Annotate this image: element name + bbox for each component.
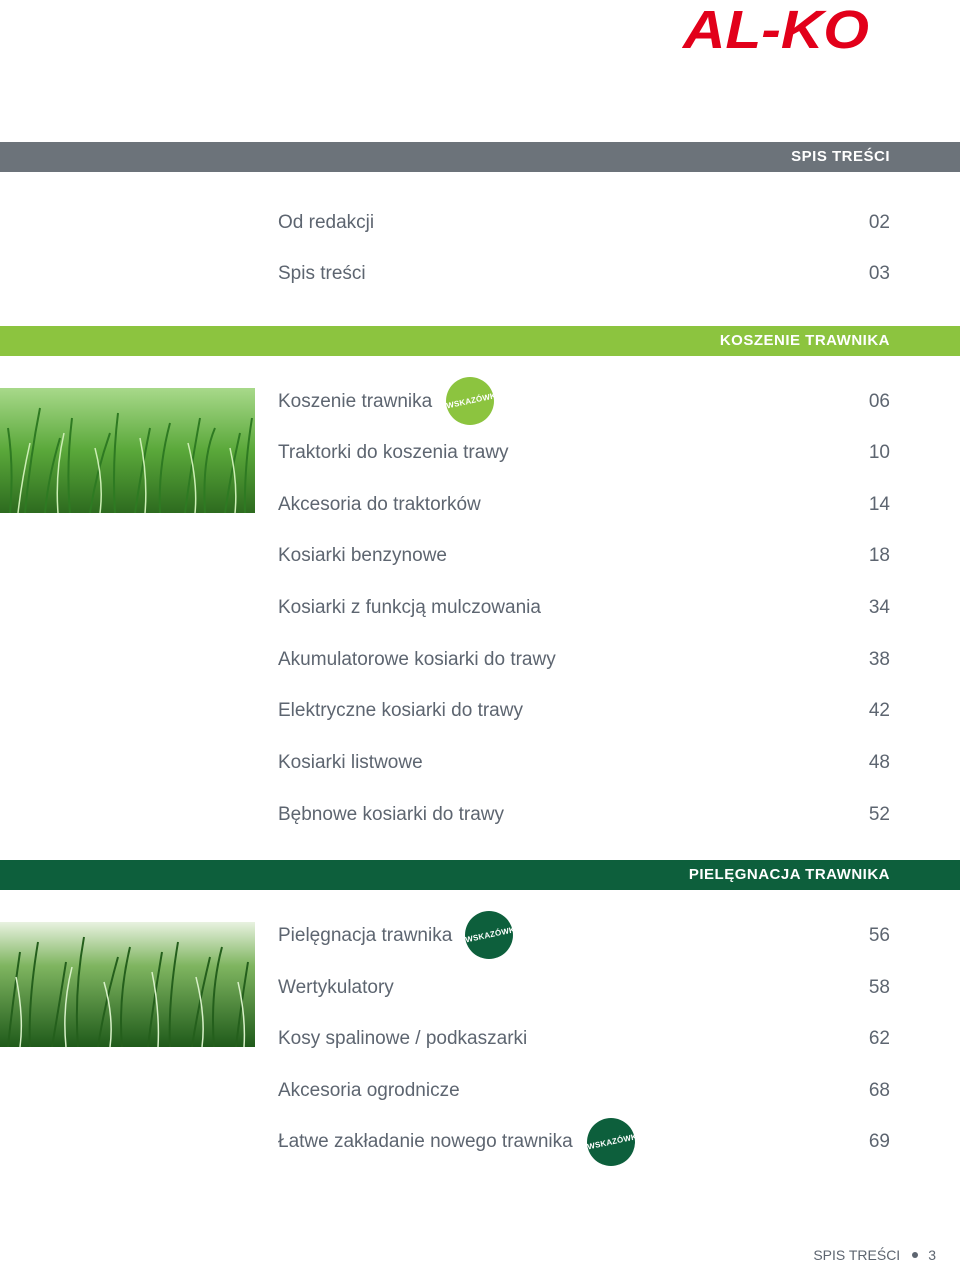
svg-text:AL-KO: AL-KO <box>682 6 869 52</box>
toc-entry-wertykulatory[interactable]: Wertykulatory 58 <box>278 973 890 1003</box>
toc-entry-bebnowe[interactable]: Bębnowe kosiarki do trawy 52 <box>278 800 890 830</box>
header-bar: SPIS TREŚCI <box>0 142 960 172</box>
toc-entry-akcesoria-ogrodnicze[interactable]: Akcesoria ogrodnicze 68 <box>278 1076 890 1106</box>
toc-entry-page: 06 <box>868 391 890 412</box>
toc-entry-kosiarki-benzynowe[interactable]: Kosiarki benzynowe 18 <box>278 541 890 571</box>
toc-entry-akumulatorowe[interactable]: Akumulatorowe kosiarki do trawy 38 <box>278 645 890 675</box>
toc-entry-title: Od redakcji <box>278 212 375 233</box>
toc-entry-page: 58 <box>868 977 890 998</box>
toc-entry-od-redakcji[interactable]: Od redakcji 02 <box>278 208 890 238</box>
toc-entry-page: 38 <box>868 649 890 670</box>
toc-entry-spis-tresci[interactable]: Spis treści 03 <box>278 259 890 289</box>
toc-entry-traktorki[interactable]: Traktorki do koszenia trawy 10 <box>278 438 890 468</box>
section-bar-koszenie: KOSZENIE TRAWNIKA <box>0 326 960 356</box>
toc-entry-title: Akcesoria ogrodnicze <box>278 1080 460 1101</box>
section-bar-pielegnacja: PIELĘGNACJA TRAWNIKA <box>0 860 960 890</box>
toc-entry-listwowe[interactable]: Kosiarki listwowe 48 <box>278 748 890 778</box>
bullet-icon <box>912 1252 919 1258</box>
toc-entry-title: Spis treści <box>278 263 366 284</box>
header-title: SPIS TREŚCI <box>791 148 890 165</box>
toc-entry-elektryczne[interactable]: Elektryczne kosiarki do trawy 42 <box>278 696 890 726</box>
toc-entry-title: Bębnowe kosiarki do trawy <box>278 804 504 825</box>
toc-entry-page: 68 <box>868 1080 890 1101</box>
toc-entry-koszenie-trawnika[interactable]: Koszenie trawnika 06 <box>278 387 890 417</box>
toc-entry-title: Elektryczne kosiarki do trawy <box>278 700 523 721</box>
toc-entry-akcesoria-traktorkow[interactable]: Akcesoria do traktorków 14 <box>278 490 890 520</box>
toc-entry-title: Akumulatorowe kosiarki do trawy <box>278 649 556 670</box>
toc-entry-page: 34 <box>868 597 890 618</box>
toc-entry-page: 48 <box>868 752 890 773</box>
toc-entry-page: 14 <box>868 494 890 515</box>
toc-entry-title: Kosiarki listwowe <box>278 752 423 773</box>
tips-badge-label: WSKAZÓWKI <box>586 1131 641 1152</box>
toc-entry-title: Kosiarki z funkcją mulczowania <box>278 597 541 618</box>
toc-entry-page: 42 <box>868 700 890 721</box>
toc-entry-title: Łatwe zakładanie nowego trawnika <box>278 1131 573 1152</box>
section-title: PIELĘGNACJA TRAWNIKA <box>688 866 890 883</box>
grass-photo <box>0 388 255 513</box>
toc-entry-page: 52 <box>868 804 890 825</box>
toc-entry-page: 56 <box>868 925 890 946</box>
al-ko-logo: AL-KO <box>682 6 869 52</box>
footer-label: SPIS TREŚCI <box>813 1247 901 1263</box>
toc-entry-title: Akcesoria do traktorków <box>278 494 481 515</box>
toc-entry-title: Koszenie trawnika <box>278 391 433 412</box>
toc-entry-pielegnacja-trawnika[interactable]: Pielęgnacja trawnika 56 <box>278 921 890 951</box>
tips-badge[interactable]: WSKAZÓWKI <box>465 911 518 959</box>
page-footer: SPIS TREŚCI 3 <box>813 1247 936 1263</box>
toc-entry-page: 10 <box>868 442 890 463</box>
toc-entry-title: Traktorki do koszenia trawy <box>278 442 509 463</box>
toc-entry-page: 62 <box>868 1028 890 1049</box>
toc-entry-page: 02 <box>868 212 890 233</box>
toc-entry-title: Pielęgnacja trawnika <box>278 925 453 946</box>
toc-entry-page: 03 <box>868 263 890 284</box>
toc-entry-title: Kosy spalinowe / podkaszarki <box>278 1028 528 1049</box>
toc-entry-title: Kosiarki benzynowe <box>278 545 447 566</box>
toc-entry-title: Wertykulatory <box>278 977 394 998</box>
toc-entry-page: 69 <box>868 1131 890 1152</box>
tips-badge-label: WSKAZÓWKI <box>445 390 500 411</box>
tips-badge-label: WSKAZÓWKI <box>464 924 519 945</box>
toc-entry-kosy-spalinowe[interactable]: Kosy spalinowe / podkaszarki 62 <box>278 1024 890 1054</box>
grass-photo <box>0 922 255 1047</box>
toc-entry-mulczowanie[interactable]: Kosiarki z funkcją mulczowania 34 <box>278 593 890 623</box>
tips-badge[interactable]: WSKAZÓWKI <box>446 377 499 425</box>
footer-page-number: 3 <box>928 1247 936 1263</box>
toc-entry-page: 18 <box>868 545 890 566</box>
section-title: KOSZENIE TRAWNIKA <box>719 332 890 349</box>
tips-badge[interactable]: WSKAZÓWKI <box>587 1118 640 1166</box>
